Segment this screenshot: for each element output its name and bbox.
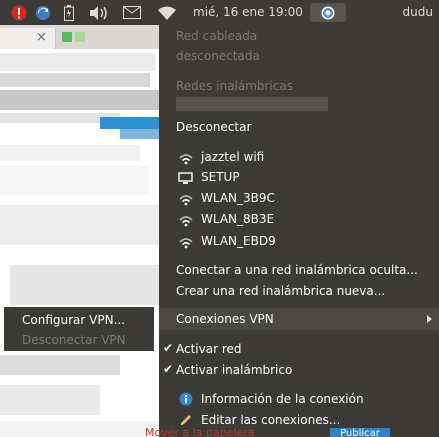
wifi-signal-icon[interactable] [155,0,179,25]
wifi-icon [179,216,193,227]
battery-icon[interactable] [62,0,76,25]
network-item[interactable]: jazztel wifi [159,146,439,168]
background-window: × [0,25,160,437]
blurred-link [100,117,159,129]
network-item[interactable]: WLAN_EBD9 [159,230,439,252]
network-name: WLAN_EBD9 [201,234,276,248]
create-network-item[interactable]: Crear una red inalámbrica nueva... [176,281,385,301]
wifi-icon [179,238,193,249]
tab-bar: × [0,25,159,49]
blurred-row [0,73,150,87]
blurred-row [0,90,160,110]
edit-connections-label: Editar las conexiones... [201,413,341,427]
vpn-submenu: Configurar VPN... Desconectar VPN [4,307,154,351]
user-name[interactable]: dudu [403,0,433,25]
connection-info-label: Información de la conexión [201,392,364,406]
disconnect-item[interactable]: Desconectar [176,117,251,137]
info-icon [179,392,193,406]
submenu-arrow-icon [427,315,432,323]
blurred-link [120,129,159,139]
enable-network-item[interactable]: ✔ Activar red [159,338,439,360]
configure-vpn-item[interactable]: Configurar VPN... [22,310,125,330]
blurred-row [0,355,120,375]
network-name: jazztel wifi [201,150,265,164]
blurred-row [10,265,159,305]
clock[interactable]: mié, 16 ene 19:00 [193,0,303,25]
blurred-row [0,145,140,161]
chromium-icon [320,0,336,25]
network-menu: Red cableada desconectada Redes inalámbr… [159,25,439,437]
blurred-row [0,385,100,415]
blurred-connected-network [176,97,328,111]
alert-icon[interactable] [10,0,28,25]
disconnect-vpn-item: Desconectar VPN [22,333,126,347]
wired-status: desconectada [176,49,260,63]
wifi-icon [179,154,193,165]
network-item[interactable]: WLAN_3B9C [159,187,439,209]
favicon-icon [62,32,72,42]
wireless-header: Redes inalámbricas [176,79,294,93]
check-icon: ✔ [163,341,174,355]
wifi-icon [179,195,193,206]
enable-network-label: Activar red [176,342,242,356]
enable-wireless-item[interactable]: ✔ Activar inalámbrico [159,359,439,381]
browser-tab[interactable]: × [0,28,56,49]
network-item[interactable]: WLAN_8B3E [159,208,439,230]
blurred-row [0,165,150,195]
update-icon[interactable] [34,0,52,25]
publish-button[interactable]: Publicar [330,428,390,437]
volume-icon[interactable] [88,0,110,25]
trash-link[interactable]: Mover a la papelera [145,428,295,437]
check-icon: ✔ [163,362,174,376]
network-item[interactable]: SETUP [159,166,439,188]
wired-header: Red cableada [176,29,258,43]
vpn-connections-label: Conexiones VPN [176,312,274,326]
favicon-icon [75,32,85,42]
adhoc-network-icon [178,172,193,184]
connection-info-item[interactable]: Información de la conexión [159,388,439,410]
blurred-row [0,421,159,437]
network-name: WLAN_3B9C [201,191,275,205]
blurred-row [0,205,159,245]
top-panel: mié, 16 ene 19:00 dudu [0,0,439,25]
blurred-row [0,53,155,71]
vpn-connections-item[interactable]: Conexiones VPN [159,308,439,330]
connect-hidden-network-item[interactable]: Conectar a una red inalámbrica oculta... [176,260,418,280]
network-name: SETUP [201,170,240,184]
network-name: WLAN_8B3E [201,212,275,226]
mail-icon[interactable] [122,0,142,25]
enable-wireless-label: Activar inalámbrico [176,363,293,377]
tab-close-icon[interactable]: × [36,30,47,45]
pencil-icon [181,415,191,425]
